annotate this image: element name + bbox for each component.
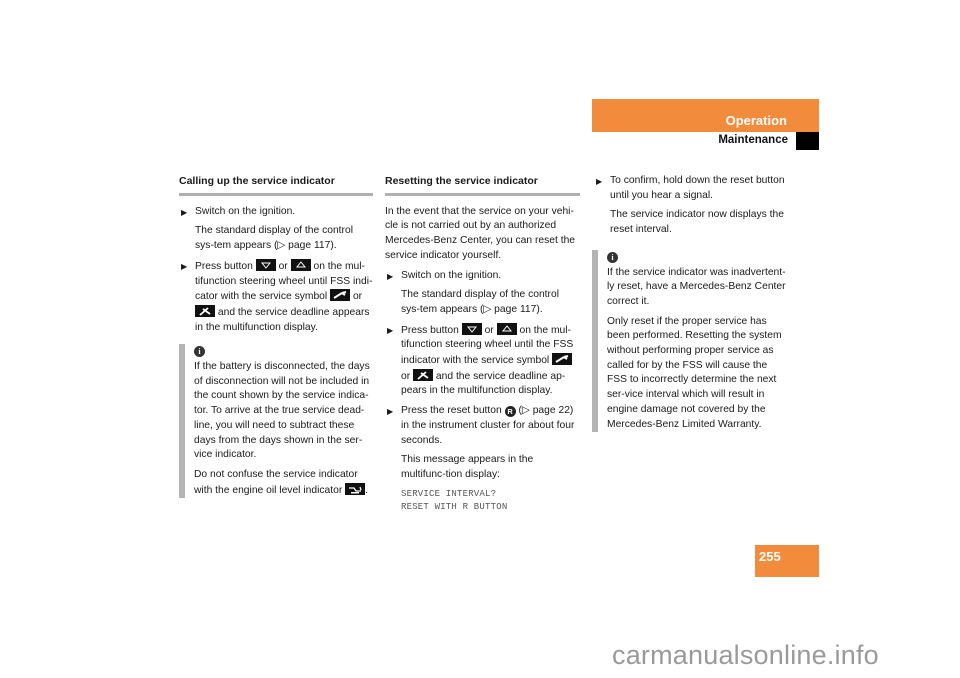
reset-button-icon: R — [504, 406, 516, 418]
watermark[interactable]: carmanualsonline.info — [612, 640, 879, 671]
step: ▶ Press button or on the mul-tifunction … — [181, 258, 373, 333]
section-title: Operation — [725, 113, 787, 128]
bullet-icon: ▶ — [181, 261, 188, 271]
wrench-icon — [330, 289, 351, 302]
bullet-icon: ▶ — [387, 325, 394, 335]
heading-calling-up: Calling up the service indicator — [179, 174, 373, 196]
column-confirm: ▶ To confirm, hold down the reset button… — [592, 174, 788, 437]
info-icon: i — [194, 346, 205, 358]
arrow-down-button-icon — [255, 258, 276, 271]
step-result: The service indicator now displays the r… — [610, 209, 784, 236]
info-note: i If the battery is disconnected, the da… — [179, 344, 373, 499]
page-number-box: 255 — [755, 545, 819, 577]
display-message-line: RESET WITH R BUTTON — [401, 501, 508, 512]
wrench-alert-icon — [195, 304, 215, 317]
step-result: The standard display of the control sys-… — [401, 289, 559, 315]
info-icon: i — [607, 251, 618, 263]
section-marker — [796, 132, 819, 150]
bullet-icon: ▶ — [181, 207, 188, 217]
step: ▶ To confirm, hold down the reset button… — [596, 175, 785, 201]
step: ▶ Press the reset button R (▷ page 22) i… — [387, 405, 575, 446]
section-header-box: Operation — [592, 99, 819, 132]
intro-text: In the event that the service on your ve… — [385, 205, 576, 261]
column-resetting: Resetting the service indicator In the e… — [385, 174, 580, 514]
column-calling-up: Calling up the service indicator ▶ Switc… — [179, 174, 373, 503]
info-text: If the battery is disconnected, the days… — [194, 361, 370, 461]
bullet-icon: ▶ — [387, 407, 394, 417]
heading-resetting: Resetting the service indicator — [385, 174, 580, 196]
subsection-title: Maintenance — [718, 134, 788, 146]
info-note: i If the service indicator was inadverte… — [592, 249, 788, 433]
display-message-line: SERVICE INTERVAL? — [401, 488, 497, 499]
arrow-up-button-icon — [290, 258, 311, 271]
bullet-icon: ▶ — [596, 177, 603, 186]
step: ▶ Switch on the ignition. — [179, 205, 373, 220]
step: ▶ Switch on the ignition. — [385, 269, 580, 284]
step-result: This message appears in the multifunc-ti… — [401, 454, 534, 480]
step-result: The standard display of the control sys-… — [195, 225, 353, 252]
wrench-alert-icon — [413, 368, 434, 381]
page-number: 255 — [759, 549, 781, 564]
info-text: Do not confuse the service indicator wit… — [194, 468, 368, 496]
arrow-down-button-icon — [461, 322, 482, 335]
info-text: Only reset if the proper service has bee… — [607, 315, 782, 430]
arrow-up-button-icon — [496, 322, 517, 335]
info-text: If the service indicator was inadvertent… — [607, 266, 786, 307]
wrench-icon — [552, 353, 573, 366]
bullet-icon: ▶ — [387, 271, 394, 281]
step: ▶ Press button or on the mul-tifunction … — [387, 322, 574, 397]
engine-oil-icon — [345, 482, 366, 495]
